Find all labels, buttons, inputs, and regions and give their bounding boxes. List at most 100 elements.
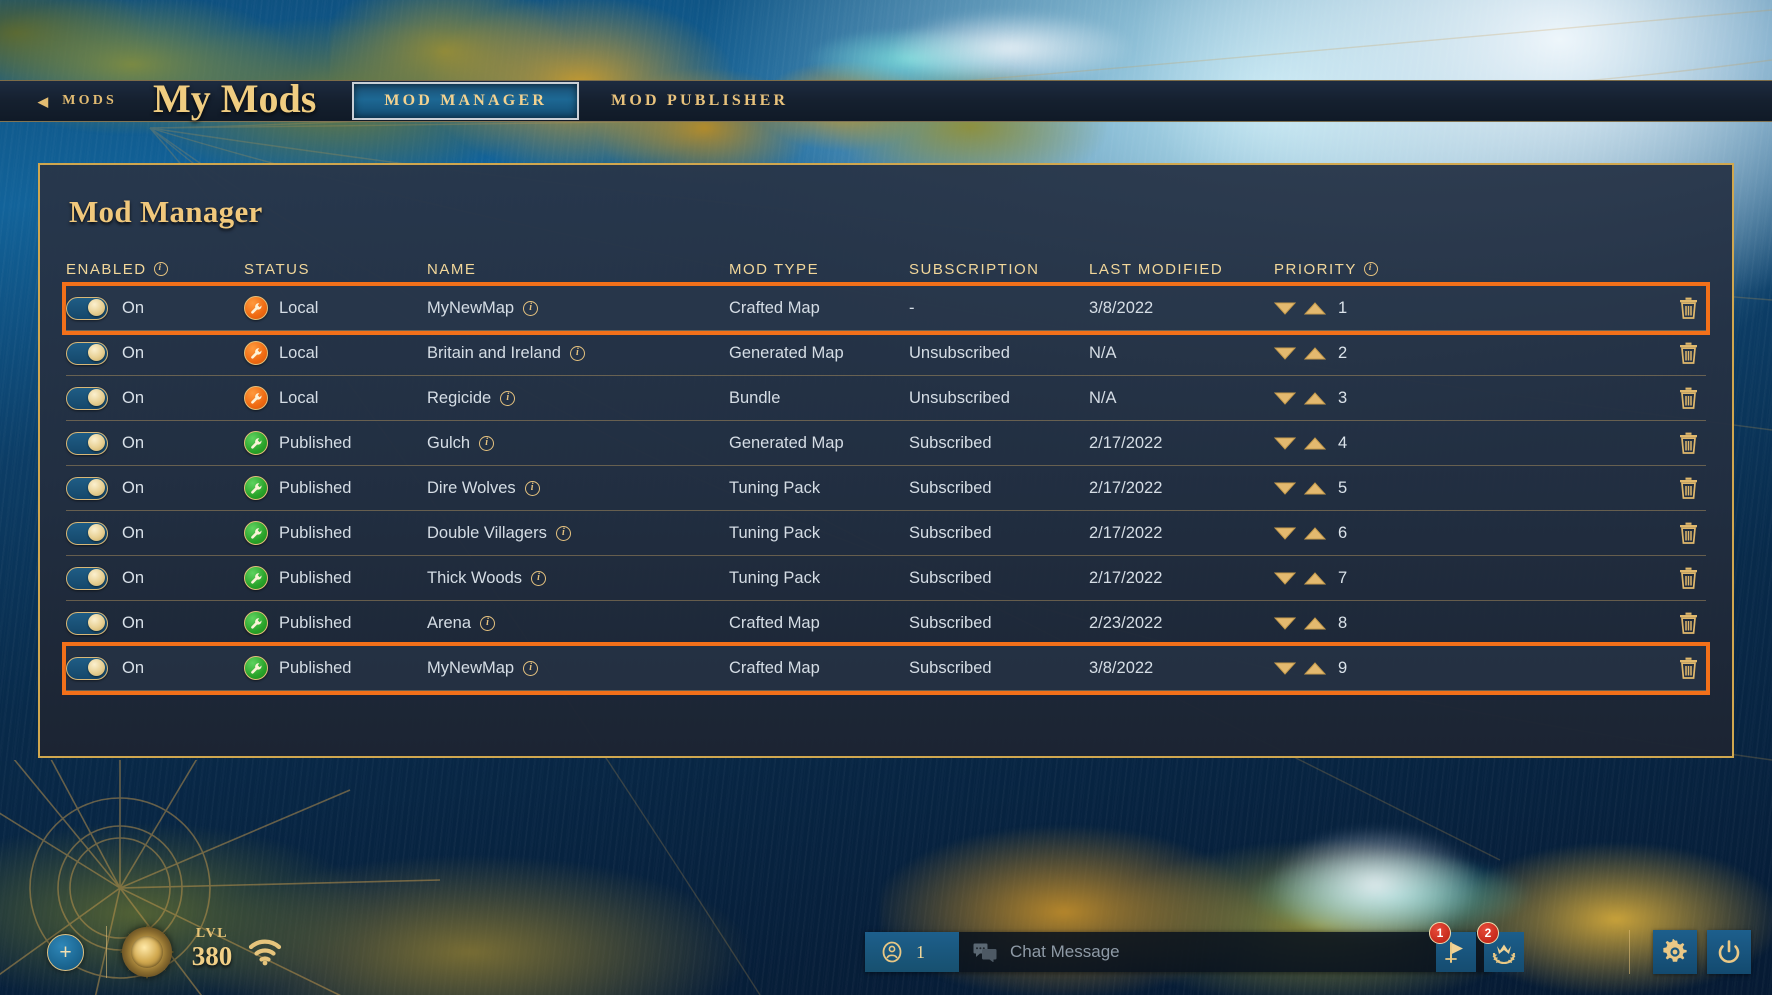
mod-info-icon[interactable]: i [523, 660, 539, 676]
cell-mod-type: Crafted Map [729, 613, 820, 632]
cell-delete [1434, 567, 1706, 589]
table-row[interactable]: On Published Gulch i Generated Map Subscribed… [66, 421, 1706, 466]
mod-info-icon[interactable]: i [555, 525, 571, 541]
priority-up-button[interactable] [1304, 616, 1326, 630]
notification-flag-button[interactable]: 1 [1429, 922, 1476, 972]
mod-name: Double Villagers [427, 523, 547, 542]
priority-info-icon[interactable]: i [1363, 262, 1378, 276]
enabled-toggle[interactable] [66, 566, 108, 590]
enabled-toggle[interactable] [66, 521, 108, 545]
enabled-toggle[interactable] [66, 611, 108, 635]
delete-mod-button[interactable] [1679, 297, 1698, 319]
cell-subscription: Subscribed [909, 433, 992, 452]
mod-info-icon[interactable]: i [531, 570, 547, 586]
delete-mod-button[interactable] [1679, 432, 1698, 454]
tab-mod-publisher[interactable]: MOD PUBLISHER [581, 81, 818, 121]
priority-up-button[interactable] [1304, 301, 1326, 315]
status-label: Local [279, 298, 319, 317]
chat-bar: 1 Chat Message [865, 932, 1492, 972]
priority-up-button[interactable] [1304, 391, 1326, 405]
cell-enabled: On [66, 476, 244, 500]
priority-value: 1 [1338, 298, 1348, 317]
power-button[interactable] [1707, 930, 1751, 974]
mod-info-icon[interactable]: i [569, 345, 585, 361]
enabled-label: On [122, 658, 145, 677]
cell-priority: 4 [1274, 434, 1434, 453]
mod-info-icon[interactable]: i [523, 300, 539, 316]
priority-up-button[interactable] [1304, 346, 1326, 360]
enabled-toggle[interactable] [66, 656, 108, 680]
chat-bubble-icon [973, 943, 997, 962]
cell-delete [1434, 477, 1706, 499]
priority-value: 8 [1338, 613, 1348, 632]
enabled-toggle[interactable] [66, 386, 108, 410]
cell-last-modified: N/A [1089, 388, 1117, 407]
enabled-toggle[interactable] [66, 296, 108, 320]
cell-name: Thick Woods i [427, 569, 729, 588]
enabled-toggle[interactable] [66, 431, 108, 455]
table-row[interactable]: On Published Thick Woods i Tuning Pack Subscr… [66, 556, 1706, 601]
status-local-icon [244, 341, 268, 365]
tab-mod-manager[interactable]: MOD MANAGER [352, 82, 580, 120]
table-row[interactable]: On Published Arena i Crafted Map Subscribed 2/… [66, 601, 1706, 646]
priority-up-button[interactable] [1304, 481, 1326, 495]
priority-down-button[interactable] [1274, 392, 1296, 405]
priority-down-button[interactable] [1274, 572, 1296, 585]
flag-badge-count: 1 [1429, 922, 1451, 944]
delete-mod-button[interactable] [1679, 612, 1698, 634]
delete-mod-button[interactable] [1679, 567, 1698, 589]
add-button[interactable]: + [47, 934, 84, 971]
mod-info-icon[interactable]: i [500, 390, 516, 406]
player-count-button[interactable]: 1 [865, 932, 959, 972]
table-row[interactable]: On Local Britain and Ireland i Generated Map… [66, 331, 1706, 376]
delete-mod-button[interactable] [1679, 342, 1698, 364]
chat-input[interactable]: Chat Message [959, 932, 1492, 972]
mods-back-label: MODS [62, 93, 118, 108]
tab-mod-manager-label: MOD MANAGER [384, 92, 548, 109]
cell-enabled: On [66, 386, 244, 410]
table-row[interactable]: On Local Regicide i Bundle Unsubscribed N/A 3 [66, 376, 1706, 421]
player-rank-emblem[interactable] [122, 927, 172, 977]
priority-down-button[interactable] [1274, 617, 1296, 630]
table-row[interactable]: On Published Double Villagers i Tuning Pack S… [66, 511, 1706, 556]
priority-up-button[interactable] [1304, 661, 1326, 675]
table-row[interactable]: On Published MyNewMap i Crafted Map Subscribe… [62, 642, 1710, 695]
status-published-icon [244, 566, 268, 590]
table-row[interactable]: On Local MyNewMap i Crafted Map - 3/8/2022 1 [62, 282, 1710, 335]
cell-priority: 9 [1274, 659, 1434, 678]
enabled-info-icon[interactable]: i [153, 262, 168, 276]
delete-mod-button[interactable] [1679, 657, 1698, 679]
enabled-toggle[interactable] [66, 476, 108, 500]
notification-crown-button[interactable]: 2 [1477, 922, 1524, 972]
cell-last-modified: 3/8/2022 [1089, 298, 1154, 317]
priority-down-button[interactable] [1274, 302, 1296, 315]
cell-enabled: On [66, 431, 244, 455]
delete-mod-button[interactable] [1679, 477, 1698, 499]
column-header-last-modified: LAST MODIFIED [1089, 260, 1224, 278]
priority-up-button[interactable] [1304, 436, 1326, 450]
status-label: Published [279, 658, 352, 677]
cell-mod-type: Bundle [729, 388, 781, 407]
priority-value: 3 [1338, 388, 1348, 407]
priority-down-button[interactable] [1274, 662, 1296, 675]
table-body: On Local MyNewMap i Crafted Map - 3/8/2022 1 On L… [62, 282, 1710, 695]
priority-down-button[interactable] [1274, 527, 1296, 540]
toggle-knob [88, 659, 105, 676]
table-row[interactable]: On Published Dire Wolves i Tuning Pack Subscr… [66, 466, 1706, 511]
delete-mod-button[interactable] [1679, 522, 1698, 544]
toggle-knob [88, 614, 105, 631]
mod-info-icon[interactable]: i [480, 615, 496, 631]
priority-up-button[interactable] [1304, 571, 1326, 585]
priority-down-button[interactable] [1274, 482, 1296, 495]
cell-status: Published [244, 476, 427, 500]
mod-info-icon[interactable]: i [479, 435, 495, 451]
priority-down-button[interactable] [1274, 347, 1296, 360]
cell-mod-type: Tuning Pack [729, 568, 821, 587]
priority-down-button[interactable] [1274, 437, 1296, 450]
mods-back-button[interactable]: ◀ MODS [0, 81, 143, 121]
priority-up-button[interactable] [1304, 526, 1326, 540]
settings-button[interactable] [1653, 930, 1697, 974]
delete-mod-button[interactable] [1679, 387, 1698, 409]
enabled-toggle[interactable] [66, 341, 108, 365]
mod-info-icon[interactable]: i [524, 480, 540, 496]
